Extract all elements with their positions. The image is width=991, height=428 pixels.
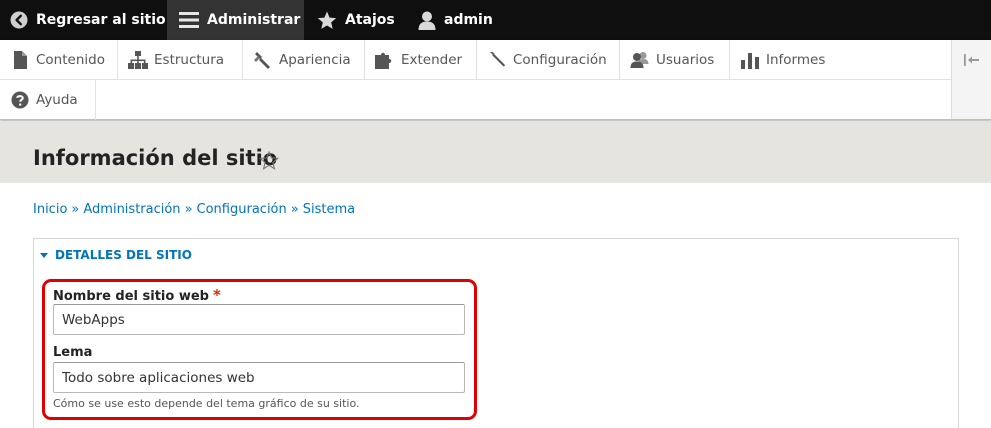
wrench-icon: [487, 50, 507, 70]
site-name-input[interactable]: [53, 304, 465, 335]
collapse-left-icon: [963, 51, 980, 70]
tray-item-extend[interactable]: Extender: [365, 40, 477, 80]
slogan-label: Lema: [53, 345, 93, 360]
shortcuts-label: Atajos: [345, 12, 395, 28]
tray-item-content-label: Contenido: [36, 52, 105, 68]
breadcrumb-home[interactable]: Inicio: [33, 202, 67, 217]
tray-orientation-toggle[interactable]: [951, 40, 991, 119]
tray-item-structure[interactable]: Estructura: [118, 40, 243, 80]
puzzle-icon: [375, 50, 395, 70]
site-details-summary-label: DETALLES DEL SITIO: [55, 248, 192, 262]
tray-item-reports[interactable]: Informes: [730, 40, 951, 80]
manage-label: Administrar: [207, 12, 301, 28]
breadcrumb-administration[interactable]: Administración: [83, 202, 180, 217]
breadcrumb: Inicio» Administración» Configuración» Sist…: [33, 202, 355, 217]
tray-item-people-label: Usuarios: [656, 52, 715, 68]
tray-item-configuration[interactable]: Configuración: [477, 40, 620, 80]
people-icon: [630, 50, 650, 70]
back-to-site-label: Regresar al sitio: [36, 12, 166, 28]
breadcrumb-separator: »: [290, 202, 299, 217]
bar-chart-icon: [740, 50, 760, 70]
add-shortcut-star-icon[interactable]: [258, 150, 280, 174]
file-icon: [10, 50, 30, 70]
site-name-label-text: Nombre del sitio web: [53, 289, 209, 304]
tray-item-appearance-label: Apariencia: [279, 52, 351, 68]
tray-item-reports-label: Informes: [766, 52, 826, 68]
star-icon: [317, 11, 337, 30]
tray-item-people[interactable]: Usuarios: [620, 40, 730, 80]
tray-item-structure-label: Estructura: [154, 52, 225, 68]
page-title: Información del sitio: [33, 146, 278, 170]
question-icon: [10, 90, 30, 110]
tray-orientation-icon-wrap: [952, 40, 991, 80]
tray-item-extend-label: Extender: [401, 52, 463, 68]
tray-item-help[interactable]: Ayuda: [0, 80, 96, 120]
slogan-input[interactable]: [53, 362, 465, 393]
slogan-description: Cómo se use esto depende del tema gráfic…: [53, 397, 360, 410]
admin-toolbar: Regresar al sitio Administrar Atajos adm…: [0, 0, 991, 40]
breadcrumb-separator: »: [71, 202, 80, 217]
tray-item-configuration-label: Configuración: [513, 52, 607, 68]
tray-item-help-label: Ayuda: [36, 92, 78, 108]
shortcuts-tab[interactable]: Atajos: [317, 0, 395, 40]
breadcrumb-system[interactable]: Sistema: [303, 202, 355, 217]
paintbrush-icon: [253, 50, 273, 70]
site-details-summary[interactable]: DETALLES DEL SITIO: [40, 248, 192, 262]
tray-row-divider: [0, 79, 951, 80]
site-name-label: Nombre del sitio web *: [53, 286, 221, 304]
manage-tab[interactable]: Administrar: [167, 0, 304, 40]
breadcrumb-configuration[interactable]: Configuración: [197, 202, 287, 217]
sitemap-icon: [128, 50, 148, 70]
back-to-site-link[interactable]: Regresar al sitio: [10, 0, 166, 40]
tray-item-appearance[interactable]: Apariencia: [243, 40, 365, 80]
user-icon: [418, 11, 436, 30]
user-tab[interactable]: admin: [418, 0, 493, 40]
breadcrumb-separator: »: [184, 202, 193, 217]
tray-item-content[interactable]: Contenido: [0, 40, 118, 80]
admin-tray: Contenido Estructura Apariencia Extender…: [0, 40, 991, 120]
hamburger-icon: [179, 11, 199, 29]
caret-down-icon: [40, 252, 48, 258]
chevron-left-circle-icon: [10, 11, 28, 29]
user-label: admin: [444, 12, 493, 28]
required-asterisk: *: [212, 286, 221, 304]
